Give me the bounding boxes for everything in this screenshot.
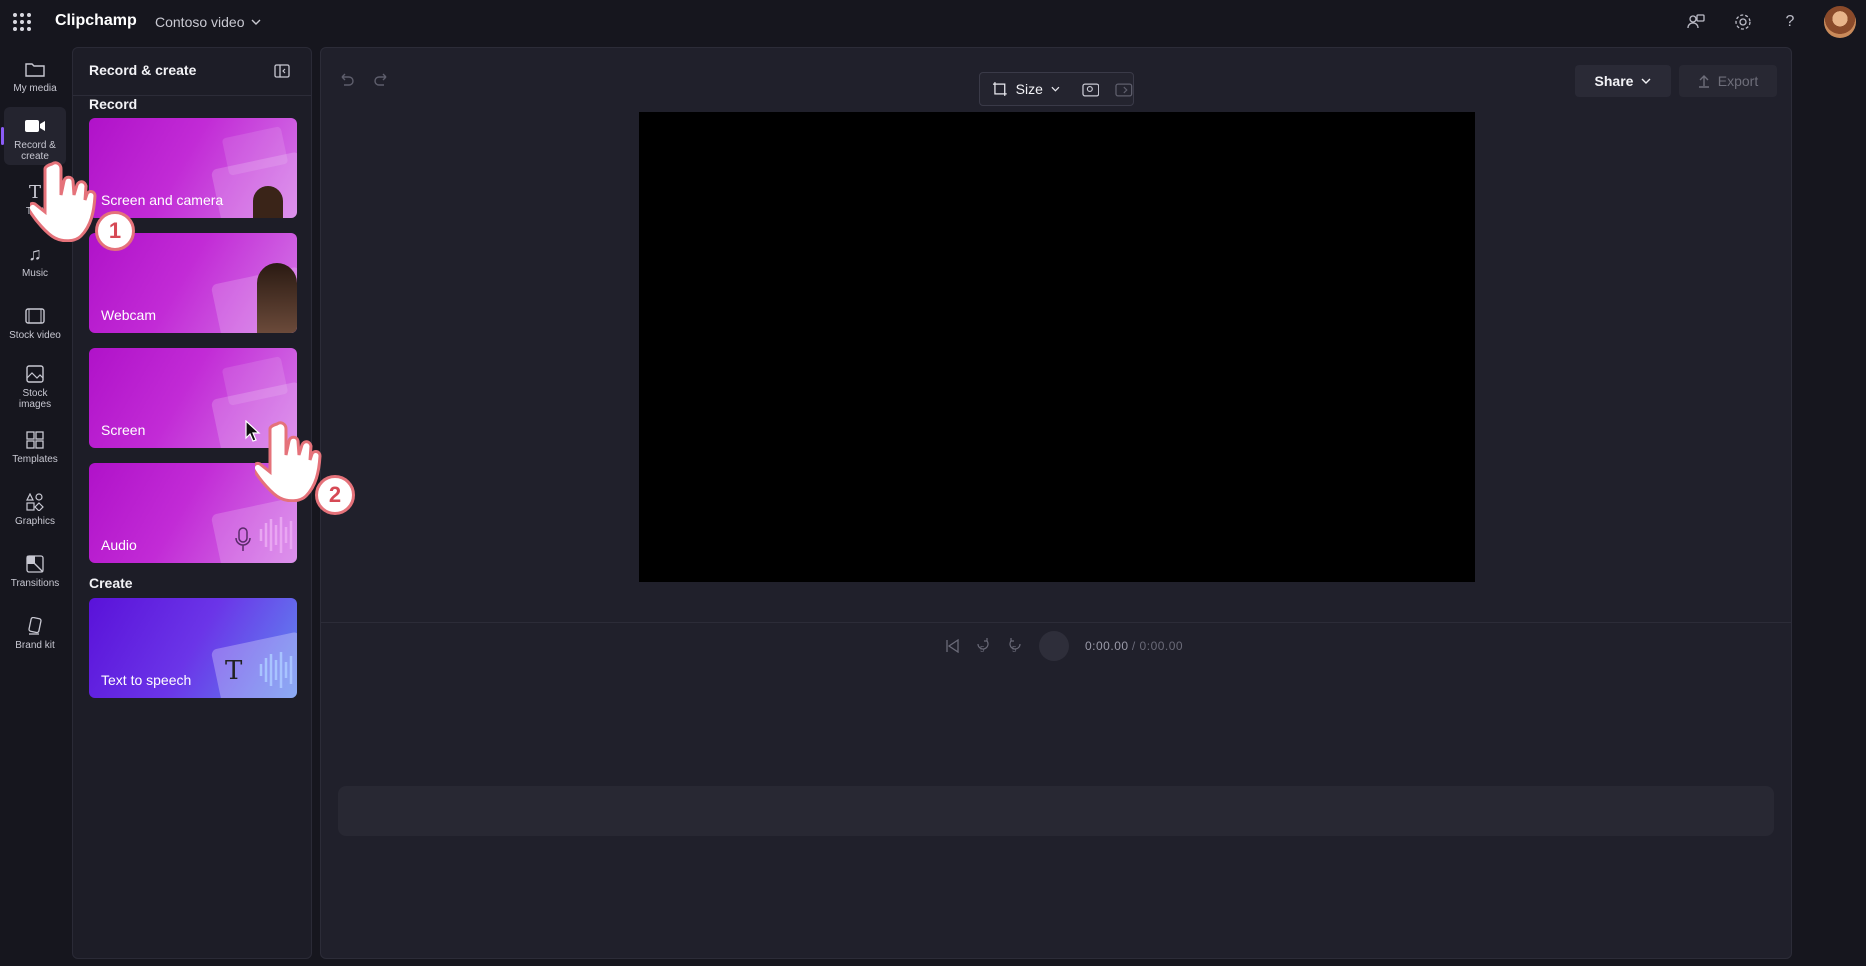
help-icon[interactable]: ? [1778,10,1802,34]
rail-item-music[interactable]: ♫ Music [4,235,66,293]
shapes-icon [24,491,46,513]
rail-item-graphics[interactable]: Graphics [4,483,66,541]
record-section-heading: Record [89,96,138,112]
rail-item-templates[interactable]: Templates [4,421,66,479]
rail-item-label: Graphics [14,516,55,527]
collapse-panel-button[interactable] [271,60,293,82]
app-title: Clipchamp [55,12,137,29]
playback-controls: 5 5 0:00.00 / 0:00.00 [945,626,1183,666]
settings-gear-icon[interactable] [1731,10,1755,34]
music-note-icon: ♫ [28,243,42,264]
microphone-icon [235,527,251,551]
app-launcher-icon[interactable] [13,13,31,31]
rail-item-label: Music [21,268,49,279]
image-icon [24,363,46,385]
total-time: / 0:00.00 [1131,639,1184,653]
preview-toolbar: Size [979,72,1134,106]
redo-button[interactable] [371,68,393,90]
export-button[interactable]: Export [1679,65,1777,97]
person-thumbnail [253,186,283,218]
share-label: Share [1594,73,1634,89]
editor-area: Size Share Export 5 5 0:00.00 / 0:00.00 [320,47,1792,959]
rail-item-label: My media [13,83,57,94]
video-preview-canvas[interactable] [639,112,1475,582]
share-button[interactable]: Share [1575,65,1671,97]
project-name-dropdown[interactable]: Contoso video [155,14,261,30]
upload-icon [1698,75,1709,88]
undo-button[interactable] [335,68,357,90]
text-to-speech-card[interactable]: T Text to speech [89,598,297,698]
panel-header: Record & create [73,48,311,96]
crop-resize-icon [992,82,1007,96]
project-name: Contoso video [155,14,245,30]
collapse-panel-icon [274,64,290,78]
current-time: 0:00.00 [1085,639,1129,653]
redo-icon [374,73,387,86]
top-bar: Clipchamp Contoso video ? [0,0,1866,45]
card-label: Webcam [101,307,156,323]
card-label: Screen [101,422,146,438]
rail-item-brand-kit[interactable]: Brand kit [4,607,66,665]
rewind-seconds: 5 [980,645,985,654]
rail-item-stock-video[interactable]: Stock video [4,297,66,355]
timeline-track[interactable] [338,786,1774,836]
forward-seconds: 5 [1012,645,1017,654]
templates-icon [24,429,46,451]
film-icon [24,305,46,327]
rail-item-label: Stock images [18,388,52,410]
step-2-badge: 2 [315,475,355,515]
panel-title: Record & create [89,62,197,78]
rail-item-transitions[interactable]: Transitions [4,545,66,603]
feedback-icon[interactable] [1684,10,1708,34]
card-label: Text to speech [101,672,192,688]
size-dropdown[interactable]: Size [1016,81,1043,97]
transitions-icon [24,553,46,575]
user-avatar[interactable] [1824,6,1856,38]
step-1-badge: 1 [95,211,135,251]
chevron-down-icon [1051,86,1060,92]
folder-icon [24,58,46,80]
rail-item-stock-images[interactable]: Stock images [4,355,66,421]
waveform-icon [259,517,293,553]
skip-to-start-icon[interactable] [945,639,959,653]
create-section-heading: Create [89,575,133,591]
undo-icon [341,73,354,86]
person-thumbnail [257,263,297,333]
export-label: Export [1717,73,1759,89]
forward-5-button[interactable]: 5 [1007,637,1023,655]
rotate-icon[interactable] [1115,81,1133,97]
play-button[interactable] [1039,631,1069,661]
waveform-icon [259,652,293,688]
rail-item-record-create[interactable]: Record & create [1,107,66,165]
chevron-down-icon [1641,78,1651,84]
chevron-down-icon [251,19,261,25]
rail-item-label: Templates [12,454,58,465]
rail-item-label: Transitions [10,578,60,589]
playback-divider [321,622,1791,623]
rewind-5-button[interactable]: 5 [975,637,991,655]
rail-item-label: Brand kit [15,640,55,651]
brand-kit-icon [24,615,46,637]
background-remove-icon[interactable] [1082,81,1100,97]
video-camera-icon [24,115,46,137]
card-label: Audio [101,537,137,553]
rail-item-label: Stock video [9,330,61,341]
screen-and-camera-card[interactable]: Screen and camera [89,118,297,218]
rail-item-my-media[interactable]: My media [4,50,66,108]
card-label: Screen and camera [101,192,224,208]
text-t-icon: T [225,656,243,686]
